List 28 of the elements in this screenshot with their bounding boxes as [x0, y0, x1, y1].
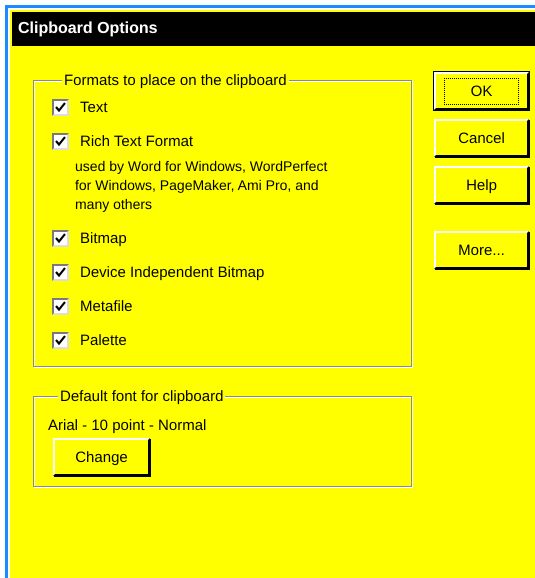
- checkbox[interactable]: [52, 98, 69, 116]
- group-label: Formats to place on the clipboard: [62, 72, 289, 89]
- checkbox[interactable]: [52, 332, 69, 348]
- checkbox[interactable]: [52, 132, 69, 150]
- checkbox[interactable]: [52, 230, 69, 246]
- group-label: Default font for clipboard: [58, 388, 226, 405]
- dialog-button[interactable]: OK: [434, 72, 529, 110]
- checkmark-icon: [55, 232, 66, 244]
- checkbox-label: Metafile: [80, 298, 133, 314]
- dialog-button[interactable]: More...: [434, 231, 529, 269]
- checkbox[interactable]: [52, 298, 69, 314]
- dialog-button[interactable]: Help: [434, 166, 529, 204]
- checkbox-label: Text: [80, 98, 108, 116]
- checkbox-label: Rich Text Format: [80, 132, 194, 150]
- format-description: used by Word for Windows, WordPerfect for Windows, PageMaker, Ami Pro, and many others: [75, 157, 328, 214]
- checkmark-icon: [55, 102, 66, 112]
- window-title: Clipboard Options: [12, 12, 535, 46]
- checkmark-icon: [55, 334, 66, 346]
- dialog-button[interactable]: Cancel: [434, 119, 529, 157]
- checkmark-icon: [55, 136, 66, 146]
- checkbox[interactable]: [52, 264, 69, 280]
- font-value: Arial - 10 point - Normal: [48, 417, 208, 434]
- checkbox-label: Palette: [80, 332, 127, 348]
- checkbox-label: Bitmap: [80, 230, 127, 246]
- checkbox-label: Device Independent Bitmap: [80, 264, 264, 280]
- checkmark-icon: [55, 300, 66, 312]
- checkmark-icon: [55, 266, 66, 278]
- change-button[interactable]: Change: [53, 438, 150, 476]
